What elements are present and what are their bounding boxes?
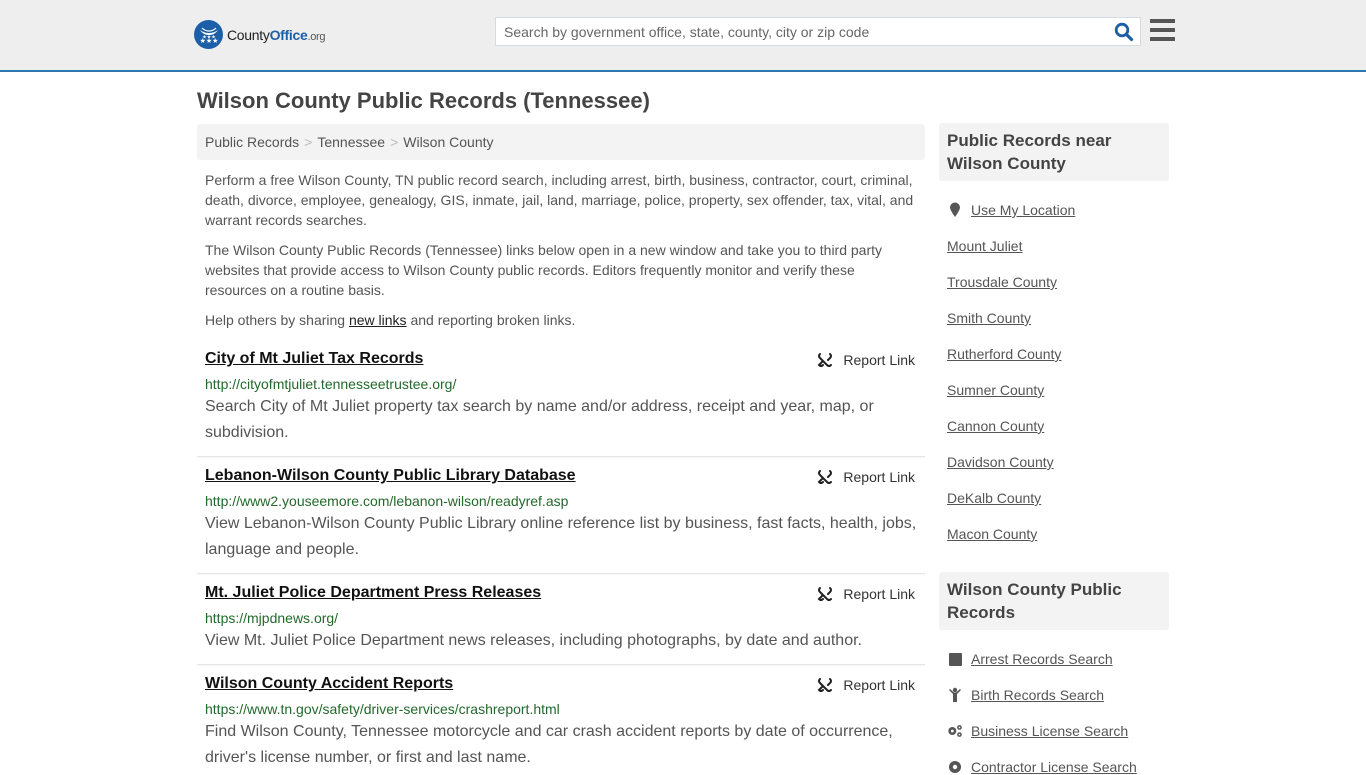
divider — [197, 456, 925, 457]
site-logo[interactable]: ★★★ ★★★ CountyOffice.org — [194, 20, 326, 49]
menu-bar — [1150, 19, 1175, 23]
use-my-location-label: Use My Location — [971, 202, 1076, 218]
nearby-link-macon-county[interactable]: Macon County — [947, 526, 1037, 542]
nearby-link-davidson-county[interactable]: Davidson County — [947, 454, 1054, 470]
help-paragraph: Help others by sharing new links and rep… — [205, 310, 920, 330]
breadcrumb-separator: > — [390, 134, 399, 150]
arrest-records-search-link[interactable]: Arrest Records Search — [947, 651, 1113, 667]
breadcrumb: Public Records > Tennessee > Wilson County — [197, 124, 925, 160]
svg-text:★★★: ★★★ — [202, 34, 216, 40]
report-link-label: Report Link — [843, 352, 915, 368]
report-link-button[interactable]: Report Link — [817, 586, 915, 602]
listing-description: Search City of Mt Juliet property tax se… — [205, 398, 874, 441]
intro-paragraph: Perform a free Wilson County, TN public … — [205, 172, 914, 228]
nearby-link-rutherford-county[interactable]: Rutherford County — [947, 346, 1061, 362]
search-icon — [1114, 22, 1134, 42]
report-link-label: Report Link — [843, 677, 915, 693]
listing-url: http://cityofmtjuliet.tennesseetrustee.o… — [205, 376, 457, 392]
use-my-location-link[interactable]: Use My Location — [947, 202, 1075, 218]
report-link-button[interactable]: Report Link — [817, 469, 915, 485]
site-header: ★★★ ★★★ CountyOffice.org — [0, 0, 1366, 72]
listing-title-link[interactable]: Mt. Juliet Police Department Press Relea… — [205, 584, 541, 602]
listing-description: View Lebanon-Wilson County Public Librar… — [205, 515, 917, 558]
nearby-link-trousdale-county[interactable]: Trousdale County — [947, 274, 1057, 290]
report-link-button[interactable]: Report Link — [817, 677, 915, 693]
divider — [197, 664, 925, 665]
logo-text-suffix: .org — [307, 30, 326, 43]
nearby-records-heading: Public Records near Wilson County — [939, 123, 1169, 181]
broken-link-icon — [817, 587, 833, 601]
business-license-search-label: Business License Search — [971, 723, 1129, 739]
nearby-link-cannon-county[interactable]: Cannon County — [947, 418, 1044, 434]
disclaimer-paragraph: The Wilson County Public Records (Tennes… — [205, 242, 883, 298]
map-marker-icon — [947, 202, 963, 218]
report-link-label: Report Link — [843, 586, 915, 602]
new-links-link[interactable]: new links — [349, 312, 407, 328]
help-text: and reporting broken links. — [406, 312, 576, 328]
broken-link-icon — [817, 678, 833, 692]
nearby-link-smith-county[interactable]: Smith County — [947, 310, 1031, 326]
logo-text: CountyOffice.org — [227, 26, 326, 43]
breadcrumb-public-records[interactable]: Public Records — [205, 134, 299, 150]
listing-description: View Mt. Juliet Police Department news r… — [205, 632, 862, 649]
arrest-records-search-label: Arrest Records Search — [971, 651, 1113, 667]
gear-icon — [947, 759, 963, 775]
broken-link-icon — [817, 470, 833, 484]
eagle-stars-icon: ★★★ ★★★ — [194, 20, 223, 49]
page-title: Wilson County Public Records (Tennessee) — [197, 88, 650, 113]
contractor-license-search-link[interactable]: Contractor License Search — [947, 759, 1137, 775]
breadcrumb-current: Wilson County — [403, 134, 494, 150]
broken-link-icon — [817, 353, 833, 367]
search-button[interactable] — [1114, 22, 1134, 42]
square-icon — [947, 651, 963, 667]
birth-records-search-link[interactable]: Birth Records Search — [947, 687, 1104, 703]
breadcrumb-separator: > — [304, 134, 313, 150]
contractor-license-search-label: Contractor License Search — [971, 759, 1137, 775]
birth-records-search-label: Birth Records Search — [971, 687, 1105, 703]
listing-url: https://mjpdnews.org/ — [205, 610, 339, 626]
child-icon — [947, 687, 963, 703]
report-link-label: Report Link — [843, 469, 915, 485]
logo-text-brand: Office — [269, 26, 308, 43]
logo-text-prefix: County — [227, 26, 270, 43]
report-link-button[interactable]: Report Link — [817, 352, 915, 368]
menu-bar — [1150, 28, 1175, 32]
listing-title-link[interactable]: Wilson County Accident Reports — [205, 675, 453, 693]
menu-bar — [1150, 37, 1175, 41]
hamburger-menu-button[interactable] — [1150, 19, 1175, 41]
business-license-search-link[interactable]: Business License Search — [947, 723, 1128, 739]
listing-title-link[interactable]: City of Mt Juliet Tax Records — [205, 350, 423, 368]
listing-title-link[interactable]: Lebanon-Wilson County Public Library Dat… — [205, 467, 576, 485]
divider — [197, 573, 925, 574]
listing-url: https://www.tn.gov/safety/driver-service… — [205, 701, 560, 717]
nearby-link-mount-juliet[interactable]: Mount Juliet — [947, 238, 1022, 254]
gears-icon — [947, 723, 963, 739]
breadcrumb-tennessee[interactable]: Tennessee — [317, 134, 385, 150]
nearby-link-sumner-county[interactable]: Sumner County — [947, 382, 1044, 398]
county-records-heading: Wilson County Public Records — [939, 572, 1169, 630]
search-input[interactable] — [496, 18, 1106, 45]
nearby-link-dekalb-county[interactable]: DeKalb County — [947, 490, 1041, 506]
listing-description: Find Wilson County, Tennessee motorcycle… — [205, 723, 893, 766]
listing-url: http://www2.youseemore.com/lebanon-wilso… — [205, 493, 569, 509]
search-box — [495, 17, 1141, 46]
help-text: Help others by sharing — [205, 312, 349, 328]
